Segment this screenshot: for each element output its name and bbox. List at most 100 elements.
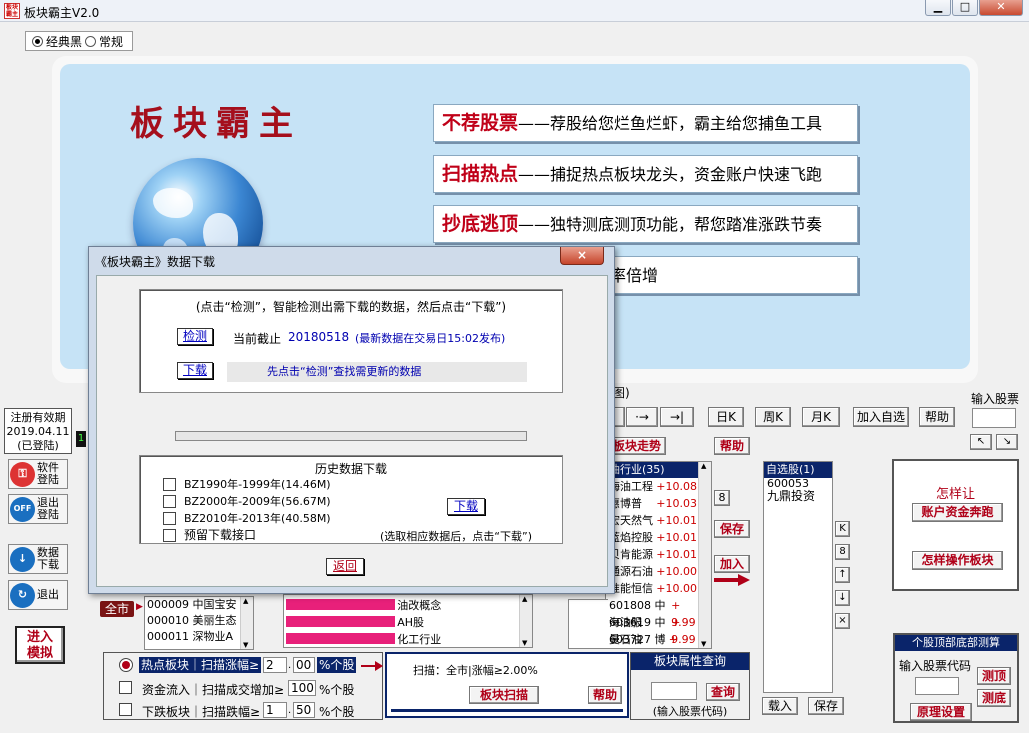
date-value: 20180518 — [288, 330, 350, 344]
slogan-3: 抄底逃顶——独特测底测顶功能，帮您踏准涨跌节奏 — [433, 205, 858, 243]
market-scrollbar[interactable] — [240, 597, 253, 649]
save-favorites-button[interactable]: 保存 — [808, 697, 844, 715]
exit-button[interactable]: ↻ 退出 — [8, 580, 68, 610]
concept-row[interactable]: 油改概念 — [286, 596, 532, 613]
arrow-up-left-button[interactable]: ↖ — [970, 434, 992, 450]
radio-normal[interactable] — [85, 35, 97, 47]
data-download-button[interactable]: ↓ 数据 下载 — [8, 544, 68, 574]
slogan-1: 不荐股票——荐股给您烂鱼烂虾，霸主给您捕鱼工具 — [433, 104, 858, 142]
table-row[interactable]: 海油工程 +10.08 — [606, 478, 711, 495]
concept-label: 油改概念 — [397, 598, 442, 612]
stock-input[interactable] — [972, 408, 1016, 428]
table-row[interactable]: 贝肯能源 +10.01 — [606, 546, 711, 563]
table-row[interactable]: 通源石油 +10.00 — [606, 563, 711, 580]
table-row[interactable]: 603727 博迈科+ 9.99 — [606, 631, 711, 648]
dialog-title: 《板块霸主》数据下载 — [95, 255, 216, 269]
hot-sector-radio[interactable] — [119, 658, 133, 672]
scan-result-text: 扫描：全市|涨幅≥2.00% — [413, 664, 538, 677]
history-list: BZ1990年-1999年(14.46M) BZ2000年-2009年(56.67… — [163, 476, 331, 544]
theory-settings-button[interactable]: 原理设置 — [910, 703, 972, 721]
concept-row[interactable]: 化工行业 — [286, 630, 532, 647]
save-sector-button[interactable]: 保存 — [714, 520, 750, 538]
scan-help-button[interactable]: 帮助 — [588, 686, 622, 704]
history-checkbox — [163, 512, 176, 525]
sector-list-scrollbar[interactable] — [698, 462, 711, 648]
table-row[interactable]: 601808 中海油服 + 9.99 — [606, 597, 711, 629]
maximize-button[interactable]: □ — [952, 0, 978, 16]
scan-rise-dec-input[interactable]: 00 — [293, 657, 315, 673]
table-row[interactable]: 准能恒信 +10.00 — [606, 580, 711, 597]
history-option[interactable]: 预留下载接口 — [163, 527, 331, 544]
sector-scan-button[interactable]: 板块扫描 — [469, 686, 539, 704]
logout-button[interactable]: OFF 退出 登陆 — [8, 494, 68, 524]
how-sector-button[interactable]: 怎样操作板块 — [912, 551, 1003, 570]
fav-k-button[interactable]: K — [835, 521, 850, 537]
history-title: 历史数据下载 — [314, 462, 387, 476]
day-k-button[interactable]: 日K — [708, 407, 744, 427]
close-button[interactable]: ✕ — [979, 0, 1023, 16]
concept-scrollbar[interactable] — [519, 595, 532, 647]
table-row[interactable]: 宏天然气 +10.01 — [606, 512, 711, 529]
fav-delete-button[interactable]: × — [835, 613, 850, 629]
arrow-down-right-button[interactable]: ↘ — [996, 434, 1018, 450]
favorites-list[interactable]: 自选股(1) 600053 九鼎投资 — [763, 461, 833, 693]
top-bottom-input[interactable] — [915, 677, 959, 695]
scan-fall-int-input[interactable]: 1 — [263, 702, 287, 718]
sector-query-input[interactable] — [651, 682, 697, 700]
add-sector-button[interactable]: 加入 — [714, 555, 750, 573]
theme-radio-group: 经典黑 常规 — [25, 31, 133, 51]
history-download-button[interactable]: 下载 — [447, 498, 485, 515]
download-button[interactable]: 下载 — [177, 362, 213, 379]
add-favorite-button[interactable]: 加入自选 — [853, 407, 909, 427]
login-button[interactable]: ⚿ 软件 登陆 — [8, 459, 68, 489]
fav-up-button[interactable]: ↑ — [835, 567, 850, 583]
help-button[interactable]: 帮助 — [919, 407, 955, 427]
table-row[interactable]: 603619 中曼石油 + 9.99 — [606, 614, 711, 646]
load-favorites-button[interactable]: 载入 — [762, 697, 798, 715]
concept-row[interactable]: AH股 — [286, 613, 532, 630]
test-top-button[interactable]: 测顶 — [977, 667, 1011, 685]
enter-simulation-button[interactable]: 进入 模拟 — [15, 626, 65, 664]
hot-sector-label: 热点板块｜扫描涨幅≥ — [139, 657, 262, 673]
count-button[interactable]: 8 — [714, 490, 730, 506]
back-button[interactable]: 返回 — [326, 558, 364, 575]
market-stock-list[interactable]: 000009 中国宝安 000010 美丽生态 000011 深物业A — [144, 596, 254, 650]
sector-help-button[interactable]: 帮助 — [714, 437, 750, 455]
favorites-item[interactable]: 九鼎投资 — [764, 490, 832, 502]
account-run-button[interactable]: 账户资金奔跑 — [912, 503, 1003, 522]
scan-fall-dec-input[interactable]: 50 — [293, 702, 315, 718]
test-bottom-button[interactable]: 测底 — [977, 689, 1011, 707]
sector-trend-button[interactable]: 板块走势 — [608, 437, 666, 455]
reg-title: 注册有效期 — [10, 411, 66, 424]
sector-list-code-strip — [568, 599, 608, 649]
sector-stock-list[interactable]: 油行业(35) 海油工程 +10.08 惠博普 +10.03 宏天然气 +10.01 蓝焰控… — [605, 461, 712, 649]
all-market-label[interactable]: 全市 — [100, 601, 134, 617]
nav-next-button[interactable]: ·→ — [626, 407, 658, 427]
week-k-button[interactable]: 周K — [755, 407, 791, 427]
history-option[interactable]: BZ1990年-1999年(14.46M) — [163, 476, 331, 493]
fund-inflow-input[interactable]: 100 — [288, 680, 316, 696]
window-title: 板块霸主V2.0 — [24, 6, 100, 20]
app-icon: 板块霸主 — [4, 3, 20, 19]
radio-classic[interactable] — [32, 35, 43, 47]
fav-8-button[interactable]: 8 — [835, 544, 850, 560]
table-row[interactable]: 蓝焰控股 +10.01 — [606, 529, 711, 546]
arrow-right-icon — [714, 573, 750, 587]
scan-rise-int-input[interactable]: 2 — [263, 657, 287, 673]
history-option[interactable]: BZ2000年-2009年(56.67M) — [163, 493, 331, 510]
nav-end-button[interactable]: →| — [660, 407, 694, 427]
promo-box: 怎样让 — [892, 459, 1019, 591]
falling-sector-checkbox[interactable] — [119, 703, 132, 716]
dialog-close-button[interactable]: × — [560, 247, 604, 265]
table-row[interactable]: 惠博普 +10.03 — [606, 495, 711, 512]
fav-down-button[interactable]: ↓ — [835, 590, 850, 606]
sector-query-button[interactable]: 查询 — [706, 683, 740, 701]
sector-query-title: 板块属性查询 — [631, 653, 749, 670]
concept-bars: 油改概念 AH股 化工行业 — [283, 594, 533, 648]
minimize-button[interactable]: ▁ — [925, 0, 951, 16]
history-option[interactable]: BZ2010年-2013年(40.58M) — [163, 510, 331, 527]
check-button[interactable]: 检测 — [177, 328, 213, 345]
falling-sector-unit: %个股 — [319, 705, 355, 719]
fund-inflow-checkbox[interactable] — [119, 681, 132, 694]
month-k-button[interactable]: 月K — [802, 407, 840, 427]
